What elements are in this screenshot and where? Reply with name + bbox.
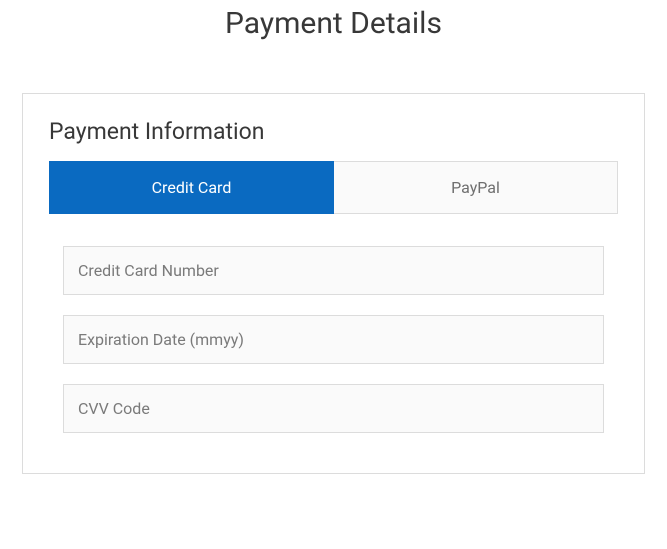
- section-title: Payment Information: [49, 118, 618, 145]
- expiration-input[interactable]: [63, 315, 604, 364]
- tab-paypal[interactable]: PayPal: [334, 161, 618, 214]
- payment-card: Payment Information Credit Card PayPal: [22, 93, 645, 474]
- credit-card-form: [49, 246, 618, 433]
- card-number-input[interactable]: [63, 246, 604, 295]
- tab-credit-card[interactable]: Credit Card: [49, 161, 334, 214]
- page-title: Payment Details: [0, 0, 667, 59]
- cvv-input[interactable]: [63, 384, 604, 433]
- payment-method-tabs: Credit Card PayPal: [49, 161, 618, 214]
